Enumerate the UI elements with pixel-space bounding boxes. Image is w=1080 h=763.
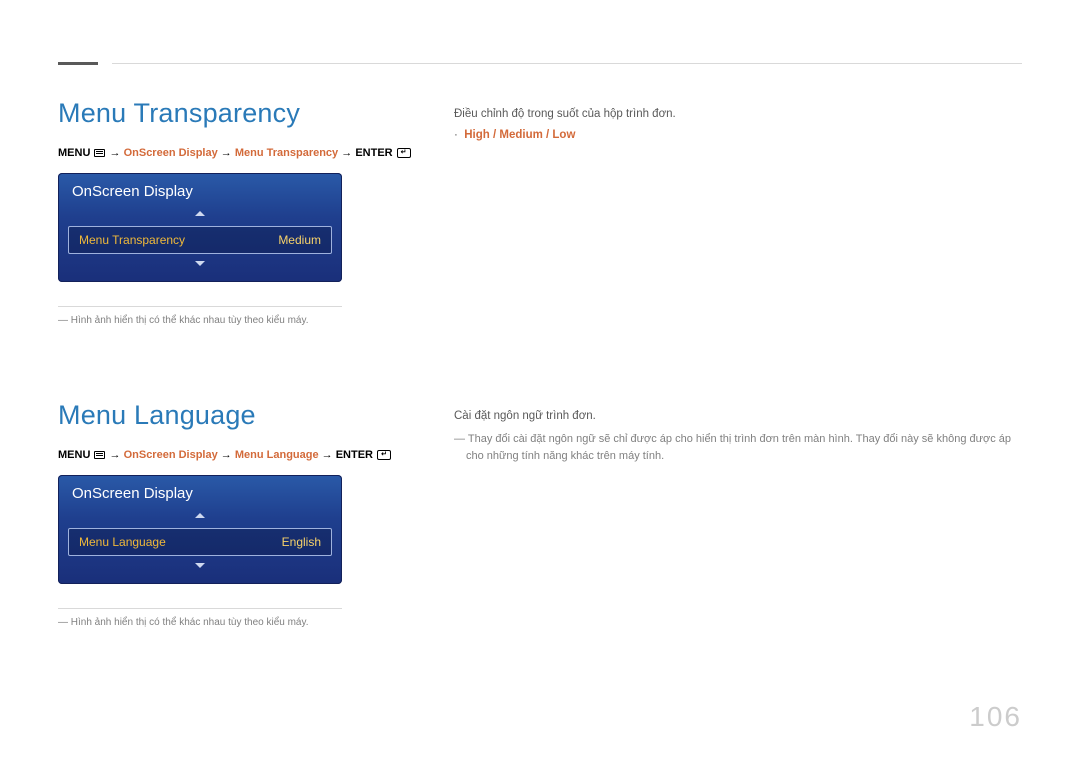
footnote-transparency: Hình ảnh hiển thị có thể khác nhau tùy t… xyxy=(58,315,428,326)
osd-panel-language: OnScreen Display Menu Language English xyxy=(58,475,342,584)
arrow-icon: → xyxy=(341,147,352,159)
nav-segment-onscreen: OnScreen Display xyxy=(124,147,218,159)
chevron-down-icon xyxy=(194,259,206,271)
arrow-icon: → xyxy=(110,147,121,159)
osd-row-value: Medium xyxy=(278,233,321,247)
chevron-up-icon xyxy=(194,509,206,521)
separator xyxy=(58,306,342,307)
osd-row-label: Menu Language xyxy=(79,535,166,549)
header-accent-bar xyxy=(58,62,98,65)
note-language: Thay đổi cài đặt ngôn ngữ sẽ chỉ được áp… xyxy=(454,431,1022,464)
section-transparency-right: Điều chỉnh độ trong suốt của hộp trình đ… xyxy=(454,106,1022,141)
osd-row-label: Menu Transparency xyxy=(79,233,185,247)
options-transparency: · High / Medium / Low xyxy=(454,129,1022,141)
desc-language: Cài đặt ngôn ngữ trình đơn. xyxy=(454,408,1022,425)
nav-menu-label: MENU xyxy=(58,147,90,159)
osd-chevron-up-row[interactable] xyxy=(58,508,342,524)
enter-icon xyxy=(397,148,411,158)
chevron-down-icon xyxy=(194,561,206,573)
desc-transparency: Điều chỉnh độ trong suốt của hộp trình đ… xyxy=(454,106,1022,123)
enter-icon xyxy=(377,450,391,460)
arrow-icon: → xyxy=(110,449,121,461)
section-title-transparency: Menu Transparency xyxy=(58,98,428,129)
nav-menu-label: MENU xyxy=(58,449,90,461)
section-language-right: Cài đặt ngôn ngữ trình đơn. Thay đổi cài… xyxy=(454,408,1022,464)
osd-panel-transparency: OnScreen Display Menu Transparency Mediu… xyxy=(58,173,342,282)
nav-segment-transparency: Menu Transparency xyxy=(235,147,338,159)
arrow-icon: → xyxy=(322,449,333,461)
menu-icon xyxy=(94,451,105,459)
section-title-language: Menu Language xyxy=(58,400,428,431)
separator xyxy=(58,608,342,609)
osd-chevron-down-row[interactable] xyxy=(58,258,342,274)
bullet-dot-icon: · xyxy=(454,129,458,141)
osd-panel-title: OnScreen Display xyxy=(58,173,342,206)
osd-chevron-down-row[interactable] xyxy=(58,560,342,576)
nav-path-transparency: MENU → OnScreen Display → Menu Transpare… xyxy=(58,147,428,159)
nav-path-language: MENU → OnScreen Display → Menu Language … xyxy=(58,449,428,461)
osd-panel-title: OnScreen Display xyxy=(58,475,342,508)
nav-enter-label: ENTER xyxy=(355,147,392,159)
arrow-icon: → xyxy=(221,449,232,461)
chevron-up-icon xyxy=(194,207,206,219)
osd-row-value: English xyxy=(282,535,321,549)
nav-segment-onscreen: OnScreen Display xyxy=(124,449,218,461)
menu-icon xyxy=(94,149,105,157)
section-transparency-left: Menu Transparency MENU → OnScreen Displa… xyxy=(58,98,428,326)
section-language-left: Menu Language MENU → OnScreen Display → … xyxy=(58,400,428,628)
options-value: High / Medium / Low xyxy=(464,129,575,141)
header-rule xyxy=(112,63,1022,64)
footnote-language: Hình ảnh hiển thị có thể khác nhau tùy t… xyxy=(58,617,428,628)
osd-row-language[interactable]: Menu Language English xyxy=(68,528,332,556)
nav-segment-language: Menu Language xyxy=(235,449,319,461)
osd-chevron-up-row[interactable] xyxy=(58,206,342,222)
page-number: 106 xyxy=(969,701,1022,733)
osd-row-transparency[interactable]: Menu Transparency Medium xyxy=(68,226,332,254)
nav-enter-label: ENTER xyxy=(336,449,373,461)
arrow-icon: → xyxy=(221,147,232,159)
